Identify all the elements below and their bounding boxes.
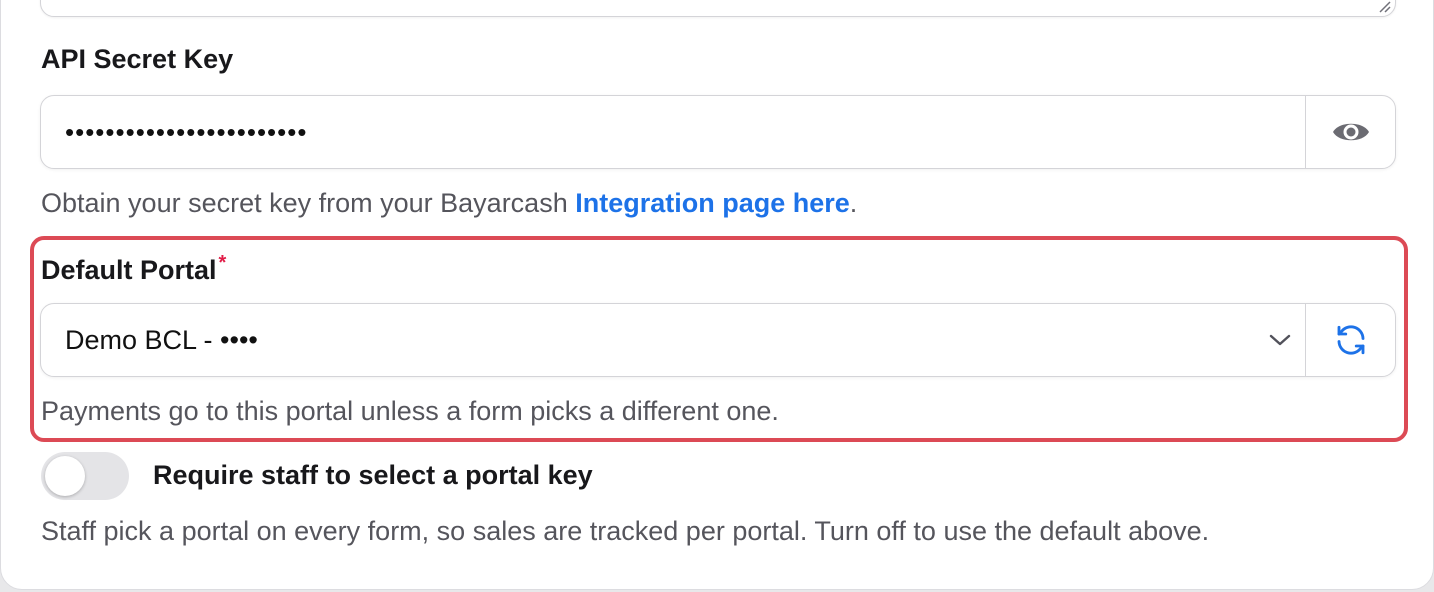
default-portal-label: Default Portal * (41, 252, 226, 286)
textarea-field[interactable] (40, 0, 1396, 17)
toggle-knob (45, 456, 85, 496)
api-secret-help-text: Obtain your secret key from your Bayarca… (41, 188, 576, 218)
default-portal-help: Payments go to this portal unless a form… (41, 396, 779, 426)
default-portal-label-text: Default Portal (41, 255, 217, 285)
integration-page-link[interactable]: Integration page here (575, 188, 850, 218)
require-portal-toggle[interactable] (41, 452, 129, 500)
api-secret-help: Obtain your secret key from your Bayarca… (41, 188, 857, 219)
api-secret-key-label: API Secret Key (41, 44, 234, 74)
reveal-secret-button[interactable] (1305, 96, 1395, 168)
dropdown-toggle[interactable] (1255, 304, 1305, 376)
refresh-icon (1337, 325, 1364, 355)
api-secret-help-suffix: . (849, 188, 858, 218)
refresh-portals-button[interactable] (1305, 304, 1395, 376)
chevron-down-icon (1269, 334, 1291, 346)
require-portal-toggle-label: Require staff to select a portal key (153, 460, 593, 490)
required-marker: * (218, 252, 227, 274)
resize-grip-icon[interactable] (1377, 0, 1391, 13)
default-portal-select[interactable]: Demo BCL - •••• (40, 303, 1396, 377)
require-portal-help: Staff pick a portal on every form, so sa… (41, 516, 1210, 546)
eye-icon (1332, 123, 1369, 141)
default-portal-selected-value[interactable]: Demo BCL - •••• (41, 325, 1255, 356)
api-secret-key-input[interactable]: •••••••••••••••••••••••• (41, 117, 1305, 148)
api-secret-key-field[interactable]: •••••••••••••••••••••••• (40, 95, 1396, 169)
